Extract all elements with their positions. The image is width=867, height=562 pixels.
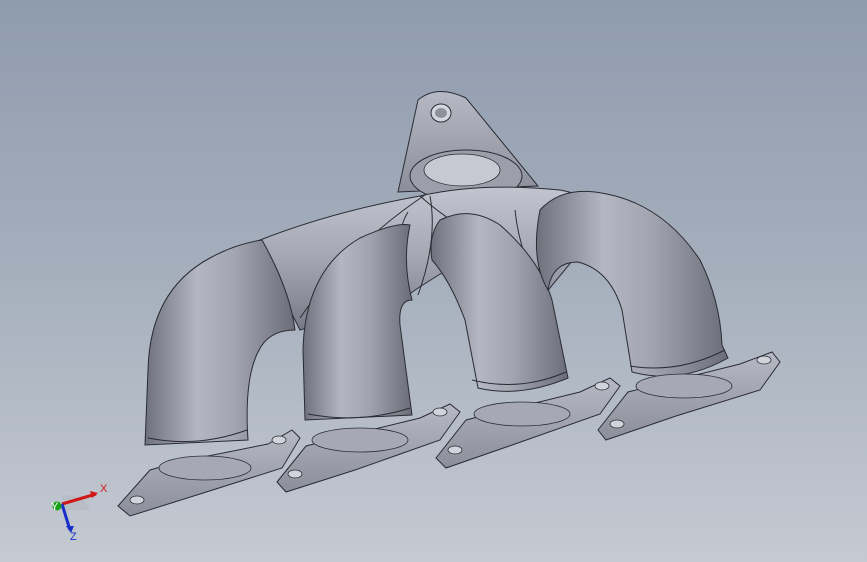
orientation-triad[interactable]: X Z Y (40, 474, 110, 544)
runner-4 (535, 190, 729, 377)
exhaust-manifold-model[interactable] (0, 0, 867, 562)
x-axis-label: X (100, 483, 108, 495)
port-flange-3 (435, 377, 621, 469)
graphics-viewport[interactable]: X Z Y (0, 0, 867, 562)
outlet-flange (397, 91, 540, 203)
y-axis-label: Y (51, 501, 59, 513)
z-axis-label: Z (70, 531, 77, 543)
